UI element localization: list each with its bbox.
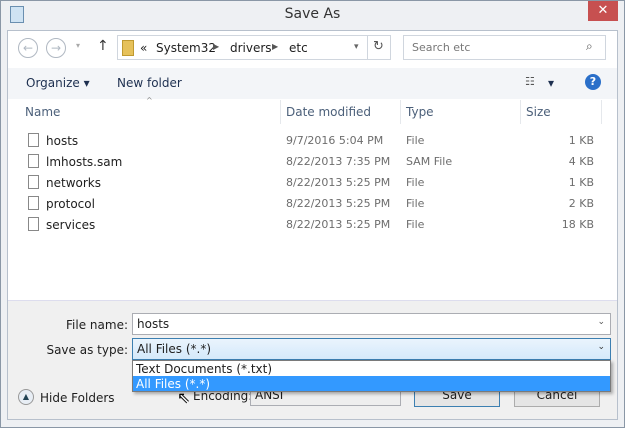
file-name-value: hosts bbox=[137, 317, 170, 331]
option-all-files[interactable]: All Files (*.*) bbox=[133, 376, 610, 391]
up-button[interactable]: ↑ bbox=[97, 38, 109, 54]
address-bar[interactable]: « System32 ▶ drivers ▶ etc ▾ ↻ bbox=[117, 35, 391, 60]
file-row[interactable]: services 8/22/2013 5:25 PM File 18 KB bbox=[8, 214, 608, 235]
breadcrumb-overflow[interactable]: « bbox=[140, 41, 147, 55]
file-size: 1 KB bbox=[568, 176, 594, 189]
file-icon bbox=[28, 175, 39, 189]
sort-ascending-icon: ^ bbox=[146, 96, 153, 105]
file-icon bbox=[28, 154, 39, 168]
organize-button[interactable]: Organize ▾ bbox=[26, 76, 90, 90]
toolbar: Organize ▾ New folder ☷ ▾ ? bbox=[8, 68, 617, 99]
chevron-right-icon: ▶ bbox=[272, 42, 279, 51]
chevron-right-icon: ▶ bbox=[213, 42, 220, 51]
forward-button[interactable]: → bbox=[46, 38, 66, 58]
file-type: File bbox=[406, 197, 425, 210]
new-folder-button[interactable]: New folder bbox=[117, 76, 182, 90]
column-size[interactable]: Size bbox=[526, 105, 551, 119]
file-size: 1 KB bbox=[568, 134, 594, 147]
file-icon bbox=[28, 217, 39, 231]
save-as-type-dropdown-list: Text Documents (*.txt) All Files (*.*) bbox=[132, 360, 611, 392]
save-as-type-select[interactable]: All Files (*.*) ⌄ bbox=[132, 338, 611, 360]
file-date: 8/22/2013 5:25 PM bbox=[286, 197, 391, 210]
file-date: 8/22/2013 7:35 PM bbox=[286, 155, 391, 168]
file-row[interactable]: protocol 8/22/2013 5:25 PM File 2 KB bbox=[8, 193, 608, 214]
view-dropdown-button[interactable]: ▾ bbox=[548, 76, 554, 90]
file-name: networks bbox=[46, 176, 101, 190]
file-name-label: File name: bbox=[66, 318, 128, 332]
file-type: SAM File bbox=[406, 155, 453, 168]
breadcrumb-etc[interactable]: etc bbox=[289, 41, 308, 55]
file-row[interactable]: networks 8/22/2013 5:25 PM File 1 KB bbox=[8, 172, 608, 193]
option-text-documents[interactable]: Text Documents (*.txt) bbox=[133, 361, 610, 376]
file-size: 18 KB bbox=[561, 218, 594, 231]
view-details-icon[interactable]: ☷ bbox=[525, 75, 535, 88]
recent-dropdown-icon[interactable]: ▾ bbox=[76, 41, 80, 50]
file-icon bbox=[28, 196, 39, 210]
file-name-input[interactable]: hosts ⌄ bbox=[132, 313, 611, 335]
hide-folders-button[interactable]: Hide Folders bbox=[40, 391, 115, 405]
file-icon bbox=[28, 133, 39, 147]
address-dropdown-icon[interactable]: ▾ bbox=[354, 42, 359, 52]
file-date: 9/7/2016 5:04 PM bbox=[286, 134, 384, 147]
column-date-modified[interactable]: Date modified bbox=[286, 105, 371, 119]
refresh-button[interactable]: ↻ bbox=[373, 39, 384, 54]
file-name: hosts bbox=[46, 134, 79, 148]
collapse-icon[interactable]: ▲ bbox=[18, 389, 34, 405]
folder-icon bbox=[122, 40, 134, 56]
file-size: 2 KB bbox=[568, 197, 594, 210]
file-name: lmhosts.sam bbox=[46, 155, 123, 169]
help-button[interactable]: ? bbox=[585, 74, 601, 90]
search-input[interactable]: Search etc bbox=[403, 35, 606, 60]
column-type[interactable]: Type bbox=[406, 105, 434, 119]
breadcrumb-drivers[interactable]: drivers bbox=[230, 41, 272, 55]
mouse-cursor-icon: ⇖ bbox=[177, 388, 191, 407]
column-headers: ^ Name Date modified Type Size bbox=[8, 96, 617, 124]
file-type: File bbox=[406, 134, 425, 147]
file-size: 4 KB bbox=[568, 155, 594, 168]
file-row[interactable]: lmhosts.sam 8/22/2013 7:35 PM SAM File 4… bbox=[8, 151, 608, 172]
search-icon: ⌕ bbox=[586, 39, 593, 53]
file-type: File bbox=[406, 218, 425, 231]
save-as-type-label: Save as type: bbox=[46, 343, 128, 357]
chevron-down-icon[interactable]: ⌄ bbox=[597, 342, 605, 352]
save-as-type-value: All Files (*.*) bbox=[137, 342, 212, 356]
window-title: Save As bbox=[284, 6, 341, 22]
column-name[interactable]: Name bbox=[25, 105, 60, 119]
file-name: services bbox=[46, 218, 96, 232]
close-button[interactable]: ✕ bbox=[588, 1, 618, 21]
file-date: 8/22/2013 5:25 PM bbox=[286, 176, 391, 189]
file-date: 8/22/2013 5:25 PM bbox=[286, 218, 391, 231]
back-button[interactable]: ← bbox=[18, 38, 38, 58]
file-name: protocol bbox=[46, 197, 95, 211]
file-row[interactable]: hosts 9/7/2016 5:04 PM File 1 KB bbox=[8, 130, 608, 151]
file-type: File bbox=[406, 176, 425, 189]
breadcrumb-system32[interactable]: System32 bbox=[156, 41, 216, 55]
chevron-down-icon[interactable]: ⌄ bbox=[597, 317, 605, 327]
